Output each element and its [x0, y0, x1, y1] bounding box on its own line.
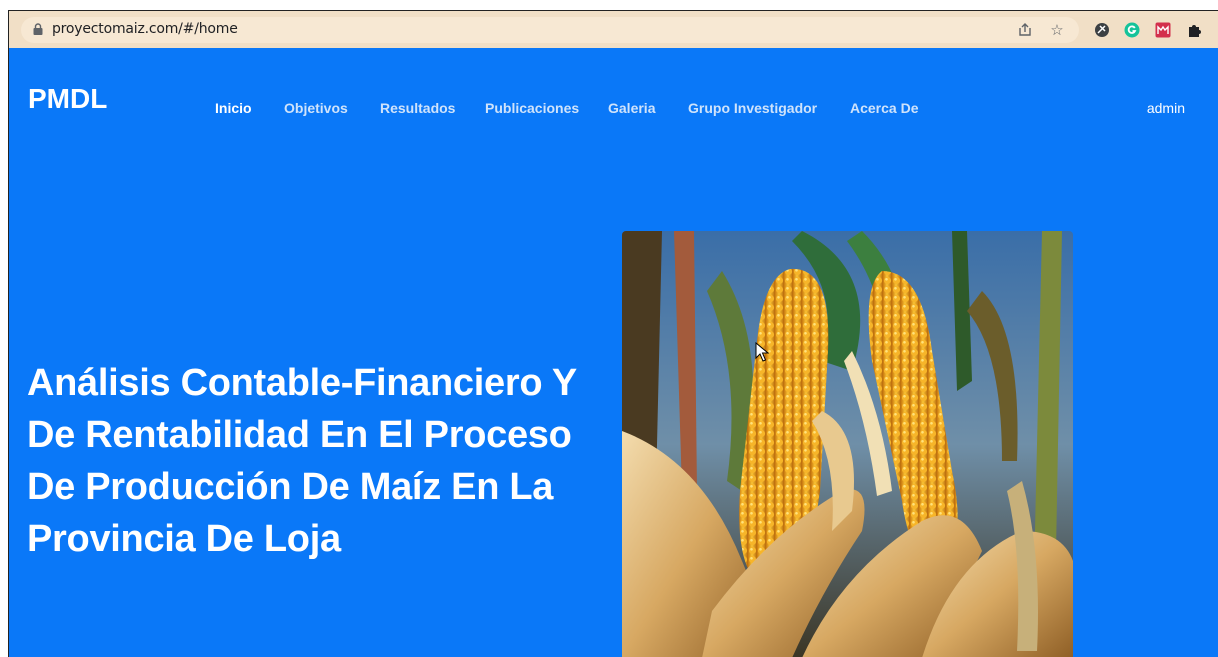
brand-logo[interactable]: PMDL — [28, 83, 107, 115]
corn-image — [622, 231, 1073, 657]
page-content: PMDL Inicio Objetivos Resultados Publica… — [9, 48, 1218, 657]
extension-red-icon[interactable] — [1152, 19, 1174, 41]
lock-icon — [33, 23, 43, 35]
nav-link-resultados[interactable]: Resultados — [380, 100, 455, 116]
puzzle-icon[interactable] — [1184, 19, 1206, 41]
hero-title: Análisis Contable-Financiero Y De Rentab… — [27, 362, 577, 560]
nav-link-grupo-investigador[interactable]: Grupo Investigador — [688, 100, 817, 116]
browser-window: proyectomaiz.com/#/home ☆ PMDL Inicio Ob… — [8, 10, 1218, 657]
user-menu-admin[interactable]: admin — [1147, 100, 1185, 116]
star-icon[interactable]: ☆ — [1046, 19, 1068, 41]
nav-link-objetivos[interactable]: Objetivos — [284, 100, 348, 116]
extension-icon[interactable] — [1091, 19, 1113, 41]
nav-link-publicaciones[interactable]: Publicaciones — [485, 100, 579, 116]
grammarly-icon[interactable] — [1121, 19, 1143, 41]
nav-link-inicio[interactable]: Inicio — [215, 100, 252, 116]
browser-address-bar: proyectomaiz.com/#/home ☆ — [9, 11, 1218, 48]
nav-link-acerca-de[interactable]: Acerca De — [850, 100, 919, 116]
nav-link-galeria[interactable]: Galeria — [608, 100, 655, 116]
url-text[interactable]: proyectomaiz.com/#/home — [52, 21, 238, 37]
mouse-cursor-icon — [755, 342, 769, 362]
share-icon[interactable] — [1014, 19, 1036, 41]
